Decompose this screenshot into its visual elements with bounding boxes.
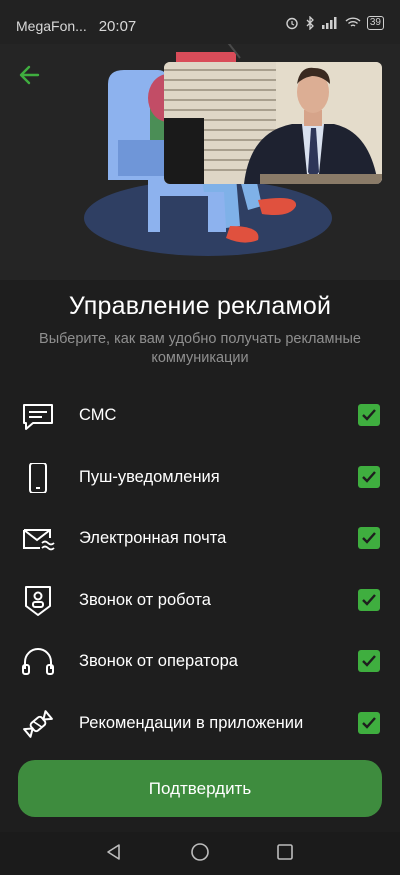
checkmark-icon [362, 532, 376, 544]
option-label: Рекомендации в приложении [79, 713, 304, 732]
option-operator-call[interactable]: Звонок от оператора [0, 630, 400, 692]
option-label: Звонок от робота [79, 590, 211, 609]
status-bar: MegaFon... 20:07 39 [0, 0, 400, 44]
option-label: Пуш-уведомления [79, 467, 220, 486]
option-robot-call[interactable]: Звонок от робота [0, 569, 400, 631]
nav-recents-icon[interactable] [275, 842, 295, 862]
option-label: Электронная почта [79, 529, 227, 547]
carrier-name: MegaFon... [16, 18, 87, 34]
option-app-recommendations[interactable]: Рекомендации в приложении [0, 692, 400, 754]
status-time: 20:07 [98, 18, 137, 35]
checkbox-email[interactable] [358, 527, 380, 549]
robot-shield-icon [25, 585, 51, 616]
confirm-button[interactable]: Подтвердить [18, 760, 382, 817]
arrow-left-icon [19, 65, 40, 85]
email-icon [23, 529, 55, 551]
checkbox-push[interactable] [358, 465, 380, 488]
candy-icon [23, 709, 53, 738]
page-title: Управление рекламой [68, 292, 332, 320]
nav-back-icon[interactable] [104, 842, 124, 862]
wifi-icon [345, 17, 361, 27]
nav-home-icon[interactable] [190, 842, 210, 862]
bluetooth-icon [306, 16, 314, 30]
option-sms[interactable]: СМС [0, 384, 400, 446]
checkbox-robot-call[interactable] [358, 588, 380, 611]
checkmark-icon [362, 716, 376, 729]
checkbox-operator-call[interactable] [358, 650, 380, 672]
checkbox-app-recommendations[interactable] [358, 711, 380, 734]
status-icons: 39 [285, 16, 384, 30]
headset-icon [22, 648, 54, 675]
status-left: MegaFon... 20:07 [16, 18, 136, 35]
sms-message-icon [23, 404, 53, 430]
checkbox-sms[interactable] [358, 404, 380, 426]
video-overlay-photo [164, 62, 382, 184]
smartphone-icon [29, 462, 47, 493]
checkmark-icon [362, 655, 376, 667]
page-subtitle: Выберите, как вам удобно получать реклам… [39, 331, 361, 366]
checkmark-icon [362, 409, 376, 421]
option-email[interactable]: Электронная почта [0, 507, 400, 569]
man-in-suit-photo [164, 62, 382, 184]
checkmark-icon [362, 470, 376, 483]
checkmark-icon [362, 593, 376, 606]
back-button[interactable] [14, 60, 48, 90]
option-label: СМС [79, 406, 117, 424]
system-navigation-bar [0, 832, 400, 875]
ad-channel-list: СМС Пуш-уведомления Электронная почта Зв… [0, 384, 400, 753]
battery-indicator: 39 [366, 16, 384, 30]
option-push[interactable]: Пуш-уведомления [0, 446, 400, 508]
alarm-icon [286, 17, 298, 30]
option-label: Звонок от оператора [79, 652, 238, 670]
signal-icon [321, 17, 337, 29]
